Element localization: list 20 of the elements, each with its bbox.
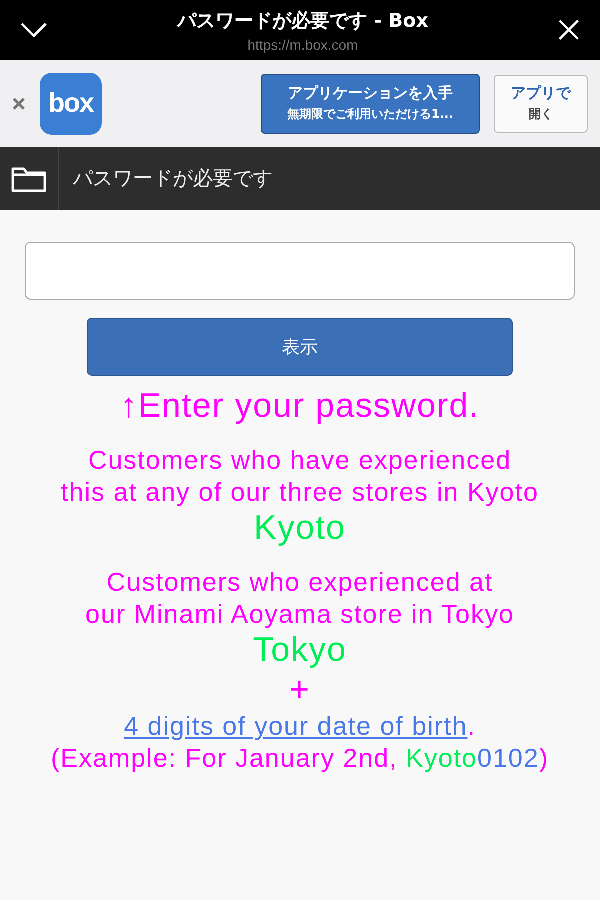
instruction-text: our Minami Aoyama store in Tokyo — [86, 598, 514, 630]
instruction-text: Customers who have experienced — [88, 444, 512, 476]
instruction-text: this at any of our three stores in Kyoto — [61, 476, 539, 508]
get-app-button[interactable]: アプリケーションを入手 無期限でご利用いただける1... — [261, 74, 480, 134]
instruction-text: + — [290, 670, 310, 710]
instruction-text: Customers who experienced at — [106, 566, 494, 598]
password-field[interactable] — [25, 242, 575, 300]
url-text: https://m.box.com — [248, 36, 358, 52]
instruction-text: (Example: For January 2nd, Kyoto0102) — [50, 742, 550, 774]
header-title: パスワードが必要です — [72, 165, 273, 192]
link[interactable]: 4 digits of your date of birth — [124, 711, 468, 741]
instruction-text: Tokyo — [253, 630, 347, 670]
instruction-text: 4 digits of your date of birth. — [124, 710, 476, 742]
show-button[interactable]: 表示 — [87, 318, 513, 376]
chevron-down-icon[interactable] — [20, 22, 48, 38]
instruction-text: ↑Enter your password. — [120, 386, 480, 426]
instruction-text: Kyoto — [254, 508, 346, 548]
open-in-app-button[interactable]: アプリで 開く — [494, 74, 588, 132]
page-title: パスワードが必要です - Box — [178, 8, 428, 34]
app-logo-icon: box — [40, 72, 102, 134]
